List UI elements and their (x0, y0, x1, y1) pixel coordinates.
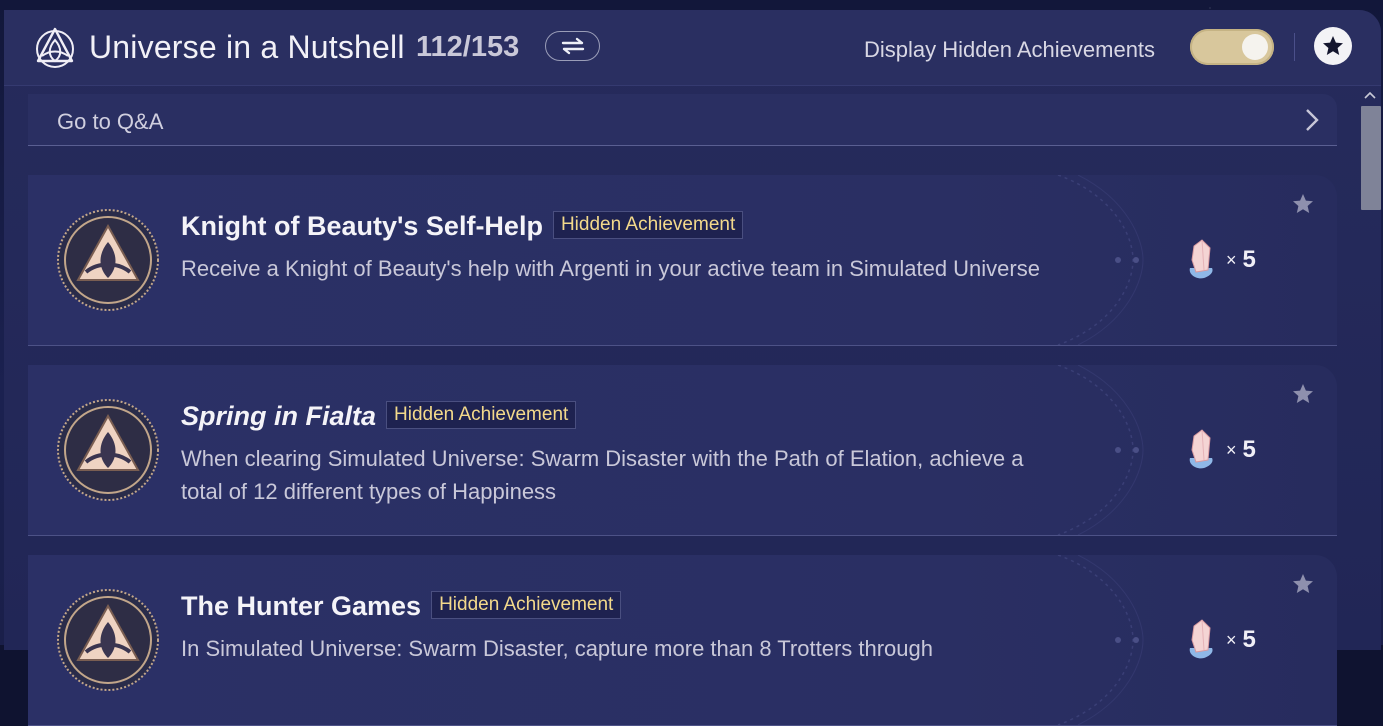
reward-count: 5 (1242, 626, 1256, 653)
achievement-title-text: Spring in Fialta (181, 401, 377, 431)
achievement-card[interactable]: The Hunter Games Hidden Achievement In Si… (28, 555, 1337, 726)
achievement-title: Spring in Fialta Hidden Achievement (181, 401, 577, 432)
achievement-medal-icon (57, 209, 159, 311)
hidden-achievement-badge: Hidden Achievement (386, 401, 577, 429)
favorite-star-icon[interactable] (1291, 572, 1315, 596)
achievement-description: When clearing Simulated Universe: Swarm … (181, 446, 1024, 504)
favorite-star-icon[interactable] (1291, 192, 1315, 216)
achievement-medal-icon (57, 399, 159, 501)
achievement-medal-icon (57, 589, 159, 691)
page-title: Universe in a Nutshell (89, 29, 405, 65)
hidden-achievement-badge: Hidden Achievement (552, 211, 744, 239)
scrollbar-thumb[interactable] (1361, 106, 1381, 210)
chevron-right-icon (1306, 109, 1319, 131)
achievement-card[interactable]: Spring in Fialta Hidden Achievement When … (28, 365, 1337, 536)
header-divider (1294, 33, 1295, 61)
header-bar: Universe in a Nutshell 112/153 Display H… (4, 10, 1381, 86)
achievement-description: In Simulated Universe: Swarm Disaster, c… (181, 636, 933, 661)
achievement-progress: 112/153 (416, 31, 520, 63)
achievement-card[interactable]: Knight of Beauty's Self-Help Hidden Achie… (28, 175, 1337, 346)
decorative-arc (1057, 365, 1144, 535)
stellar-jade-crystal-icon (1189, 239, 1213, 279)
toggle-knob (1242, 34, 1268, 60)
reward-multiplier: × (1226, 629, 1237, 650)
achievement-title-text: Knight of Beauty's Self-Help (181, 211, 543, 241)
reward: × 5 (1180, 618, 1256, 662)
achievement-title-text: The Hunter Games (181, 591, 422, 621)
achievement-title: Knight of Beauty's Self-Help Hidden Achie… (181, 211, 744, 242)
decorative-arc (1057, 555, 1144, 725)
achievement-title: The Hunter Games Hidden Achievement (181, 591, 622, 622)
reward-multiplier: × (1226, 439, 1237, 460)
reward-count: 5 (1242, 246, 1256, 273)
reward-multiplier: × (1226, 249, 1237, 270)
favorites-button[interactable] (1314, 27, 1352, 65)
hidden-achievements-toggle[interactable] (1190, 29, 1274, 65)
reward-count: 5 (1242, 436, 1256, 463)
qa-label: Go to Q&A (57, 109, 164, 134)
star-icon (1323, 36, 1343, 55)
stellar-jade-crystal-icon (1189, 429, 1213, 469)
trinity-knot-emblem-icon (36, 27, 74, 68)
decorative-arc (1057, 175, 1144, 345)
reward: × 5 (1180, 428, 1256, 472)
hidden-achievement-badge: Hidden Achievement (431, 591, 622, 619)
swap-arrows-icon (561, 37, 584, 55)
favorite-star-icon[interactable] (1291, 382, 1315, 406)
stellar-jade-crystal-icon (1189, 619, 1213, 659)
hidden-achievements-label: Display Hidden Achievements (864, 37, 1156, 62)
achievement-description: Receive a Knight of Beauty's help with A… (181, 256, 1040, 281)
go-to-qa-link[interactable]: Go to Q&A (28, 94, 1337, 146)
reward: × 5 (1180, 238, 1256, 282)
scroll-up-arrow-icon[interactable] (1364, 91, 1376, 99)
switch-category-button[interactable] (545, 31, 600, 61)
